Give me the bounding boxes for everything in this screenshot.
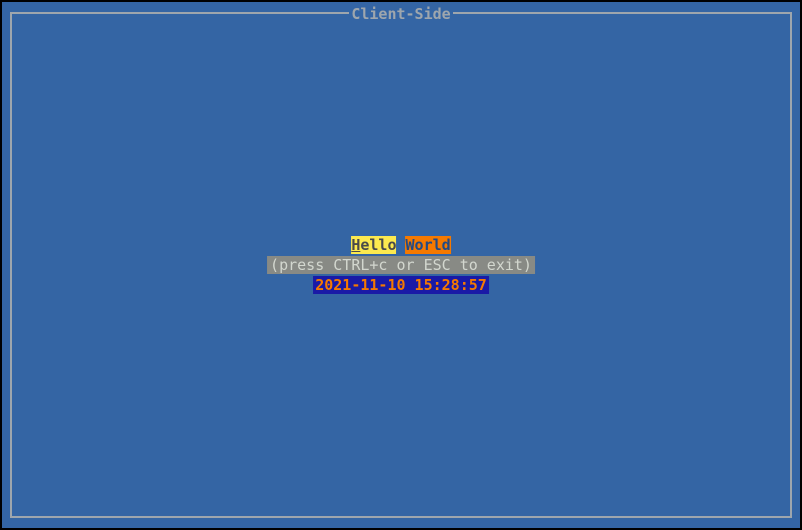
world-label: World [406, 236, 451, 254]
outer-frame: Client-Side Hello World (press CTRL+c or… [0, 0, 802, 530]
panel-title: Client-Side [349, 5, 452, 23]
greeting-line: Hello World [267, 236, 535, 254]
exit-hint: (press CTRL+c or ESC to exit) [267, 256, 535, 274]
panel-border: Client-Side Hello World (press CTRL+c or… [10, 12, 792, 518]
hello-hotkey-char: H [351, 236, 360, 254]
hint-line: (press CTRL+c or ESC to exit) [267, 256, 535, 274]
content-area: Hello World (press CTRL+c or ESC to exit… [267, 236, 535, 294]
hello-label: Hello [351, 236, 396, 254]
timestamp-value: 2021-11-10 15:28:57 [313, 276, 489, 294]
hello-rest: ello [360, 236, 396, 254]
timestamp-line: 2021-11-10 15:28:57 [267, 276, 535, 294]
panel-title-wrap: Client-Side [12, 5, 790, 23]
